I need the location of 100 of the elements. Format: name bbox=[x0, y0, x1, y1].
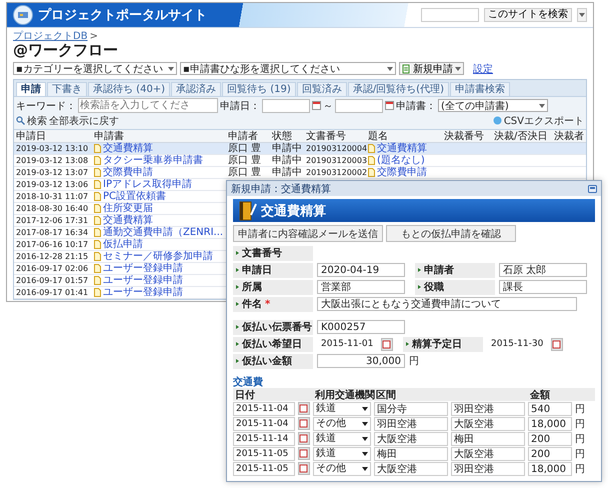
document-link[interactable]: 仮払申請 bbox=[92, 239, 226, 250]
action-button[interactable]: もとの仮払申請を確認 bbox=[386, 225, 516, 242]
amount-field[interactable]: 540 bbox=[528, 402, 572, 416]
tab[interactable]: 承認/回覧待ち(代理) bbox=[348, 82, 449, 96]
calendar-icon[interactable] bbox=[298, 402, 310, 415]
new-request-button[interactable]: 新規申請 bbox=[399, 62, 464, 75]
dropdown-button[interactable] bbox=[577, 8, 587, 22]
table-cell-text: 2017-12-06 17:31 bbox=[15, 215, 90, 226]
template-select[interactable]: ▪申請書ひな形を選択してください bbox=[180, 62, 396, 75]
document-link[interactable]: 通勤交通費申請（ZENRI... bbox=[92, 227, 226, 238]
settings-link[interactable]: 設定 bbox=[473, 62, 493, 76]
table-cell-text: 2019-03-12 13:08 bbox=[15, 155, 90, 166]
search-button[interactable]: 検索 bbox=[16, 114, 47, 128]
calendar-icon[interactable] bbox=[381, 338, 393, 350]
keyword-field[interactable]: 検索語を入力してくださ bbox=[78, 98, 218, 113]
calendar-icon[interactable] bbox=[312, 101, 321, 110]
date-field[interactable] bbox=[262, 98, 310, 112]
text-field[interactable]: 課長 bbox=[499, 280, 587, 294]
from-field[interactable]: 大阪空港 bbox=[374, 462, 448, 476]
tab[interactable]: 申請書検索 bbox=[450, 82, 510, 96]
date-field[interactable]: 2015-11-05 bbox=[233, 462, 295, 476]
table-cell-text: 原口 豊 bbox=[227, 155, 262, 166]
calendar-icon[interactable] bbox=[385, 101, 394, 110]
csv-export-button[interactable]: CSVエクスポート bbox=[492, 114, 584, 128]
amount-field[interactable]: 200 bbox=[528, 432, 572, 446]
from-field[interactable]: 梅田 bbox=[374, 446, 448, 460]
calendar-icon[interactable] bbox=[298, 462, 310, 475]
document-link[interactable]: IPアドレス取得申請 bbox=[92, 179, 226, 190]
breadcrumb-link[interactable]: プロジェクトDB bbox=[13, 29, 88, 43]
document-link[interactable]: 交際費申請 bbox=[92, 167, 226, 178]
transport-select[interactable]: 鉄道 bbox=[313, 446, 371, 460]
amount-field[interactable]: 18,000 bbox=[528, 416, 572, 430]
document-link[interactable]: 交通費精算 bbox=[366, 143, 442, 154]
table-row[interactable]: 2019-03-12 13:08 タクシー乗車券申請書 原口 豊 申請中 201903120003 (題名なし) bbox=[14, 155, 586, 167]
text-field[interactable]: 大阪出張にともなう交通費申請について bbox=[317, 297, 577, 311]
to-field[interactable]: 大阪空港 bbox=[451, 416, 525, 430]
transport-select[interactable]: 鉄道 bbox=[313, 432, 371, 446]
tab[interactable]: 承認待ち (40+) bbox=[88, 82, 170, 96]
tab[interactable]: 承認済み bbox=[171, 82, 222, 96]
site-search-button[interactable]: このサイトを検索 bbox=[484, 8, 572, 22]
calendar-icon[interactable] bbox=[298, 417, 310, 430]
document-link[interactable]: 交通費精算 bbox=[92, 215, 226, 226]
form-select[interactable]: (全ての申請書) bbox=[438, 99, 548, 112]
text-field[interactable]: K000257 bbox=[317, 320, 405, 334]
maximize-icon[interactable] bbox=[588, 184, 597, 192]
calendar-icon[interactable] bbox=[298, 432, 310, 445]
table-cell-text: 原口 豊 bbox=[227, 167, 262, 178]
from-field[interactable]: 国分寺 bbox=[374, 402, 448, 416]
to-field[interactable]: 羽田空港 bbox=[451, 402, 525, 416]
calendar-icon[interactable] bbox=[551, 338, 563, 350]
amount-field[interactable]: 200 bbox=[528, 446, 572, 460]
table-row[interactable]: 2019-03-12 13:10 交通費精算 原口 豊 申請中 201903120004 交通費精算 bbox=[14, 143, 586, 155]
transport-select[interactable]: 鉄道 bbox=[313, 402, 371, 416]
text-field[interactable]: 営業部 bbox=[317, 280, 405, 294]
tab[interactable]: 回覧済み bbox=[296, 82, 347, 96]
category-select[interactable]: ▪カテゴリーを選択してください bbox=[13, 62, 177, 75]
to-field[interactable]: 大阪空港 bbox=[451, 446, 525, 460]
label-text: 文書番号 bbox=[242, 246, 282, 260]
document-link[interactable]: (題名なし) bbox=[366, 155, 442, 166]
document-link[interactable]: セミナー／研修参加申請 bbox=[92, 251, 226, 262]
document-icon bbox=[402, 64, 411, 74]
transport-select[interactable]: その他 bbox=[313, 462, 371, 476]
document-link[interactable]: ユーザー登録申請 bbox=[92, 275, 226, 286]
calendar-icon[interactable] bbox=[298, 447, 310, 460]
date-field[interactable]: 2015-11-04 bbox=[233, 402, 295, 416]
date-field[interactable]: 2015-11-14 bbox=[233, 432, 295, 446]
from-field[interactable]: 大阪空港 bbox=[374, 432, 448, 446]
to-field[interactable]: 梅田 bbox=[451, 432, 525, 446]
document-link[interactable]: タクシー乗車券申請書 bbox=[92, 155, 226, 166]
text-field[interactable]: 2020-04-19 bbox=[317, 263, 405, 277]
document-link[interactable]: ユーザー登録申請 bbox=[92, 287, 226, 298]
date-field[interactable]: 2015-11-04 bbox=[233, 416, 295, 430]
transport-select[interactable]: その他 bbox=[313, 416, 371, 430]
action-button[interactable]: 申請者に内容確認メールを送信 bbox=[233, 225, 383, 242]
table-cell-text: 2019-03-12 13:10 bbox=[15, 143, 90, 154]
tab[interactable]: 回覧待ち (19) bbox=[222, 82, 296, 96]
document-link[interactable]: 交際費申請 bbox=[366, 167, 442, 178]
document-link[interactable]: PC設置依頼書 bbox=[92, 191, 226, 202]
site-search-field[interactable] bbox=[421, 8, 479, 22]
label-text: 精算予定日 bbox=[412, 337, 462, 351]
table-cell-text: 2016-09-17 02:06 bbox=[15, 263, 90, 274]
range-separator: ～ bbox=[323, 100, 333, 112]
tab[interactable]: 下書き bbox=[47, 82, 87, 96]
tab[interactable]: 申請 bbox=[16, 82, 46, 96]
bullet-icon bbox=[236, 302, 239, 306]
amount-field[interactable]: 18,000 bbox=[528, 462, 572, 476]
date-field[interactable] bbox=[335, 98, 383, 112]
bullet-icon bbox=[236, 285, 239, 289]
document-link[interactable]: ユーザー登録申請 bbox=[92, 263, 226, 274]
table-cell-text: 申請中 bbox=[271, 167, 303, 178]
reset-link[interactable]: 全部表示に戻す bbox=[49, 114, 119, 128]
amount-field[interactable]: 30,000 bbox=[317, 354, 405, 368]
document-link[interactable]: 交通費精算 bbox=[92, 143, 226, 154]
document-link[interactable]: 住所変更届 bbox=[92, 203, 226, 214]
from-field[interactable]: 羽田空港 bbox=[374, 416, 448, 430]
table-row[interactable]: 2019-03-12 13:07 交際費申請 原口 豊 申請中 201903120002 交際費申請 bbox=[14, 167, 586, 179]
to-field[interactable]: 羽田空港 bbox=[451, 462, 525, 476]
text-field[interactable]: 石原 太郎 bbox=[499, 263, 587, 277]
date-field[interactable]: 2015-11-05 bbox=[233, 446, 295, 460]
table-cell-text: 原口 豊 bbox=[227, 143, 262, 154]
